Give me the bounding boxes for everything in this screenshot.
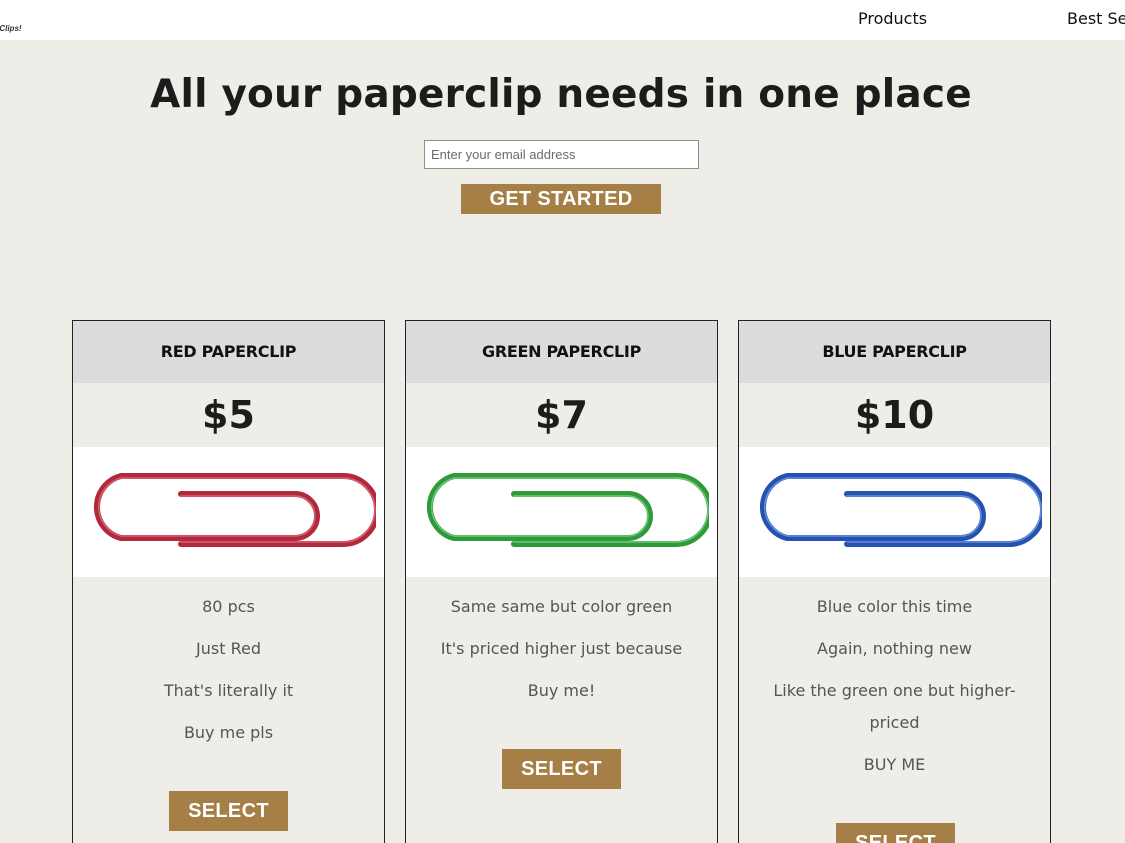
get-started-button[interactable]: GET STARTED xyxy=(461,184,661,214)
product-card-red: RED PAPERCLIP $5 80 pcs Just Red That's … xyxy=(72,320,385,843)
product-name: GREEN PAPERCLIP xyxy=(406,321,717,383)
product-image xyxy=(73,447,384,577)
blue-paperclip-icon xyxy=(759,473,1042,547)
feature-item: Just Red xyxy=(196,639,261,658)
product-price: $5 xyxy=(202,393,255,437)
product-name: RED PAPERCLIP xyxy=(73,321,384,383)
feature-item: 80 pcs xyxy=(202,597,255,616)
feature-item: BUY ME xyxy=(863,755,926,774)
nav-link-products[interactable]: Products xyxy=(858,9,927,28)
feature-item: That's literally it xyxy=(163,681,294,700)
feature-item: Buy me! xyxy=(527,681,596,700)
select-green-button[interactable]: SELECT xyxy=(502,749,621,789)
site-logo[interactable]: r Clips! xyxy=(0,24,22,33)
product-price: $7 xyxy=(535,393,588,437)
product-name: BLUE PAPERCLIP xyxy=(739,321,1050,383)
email-input[interactable] xyxy=(424,140,699,169)
feature-item: Again, nothing new xyxy=(817,639,972,658)
product-image xyxy=(406,447,717,577)
product-image xyxy=(739,447,1050,577)
nav-link-best-sellers[interactable]: Best Se xyxy=(1067,9,1125,28)
feature-item: Blue color this time xyxy=(816,597,973,616)
product-card-blue: BLUE PAPERCLIP $10 Blue color this time … xyxy=(738,320,1051,843)
select-red-button[interactable]: SELECT xyxy=(169,791,288,831)
feature-item: Same same but color green xyxy=(450,597,673,616)
select-blue-button[interactable]: SELECT xyxy=(836,823,955,843)
top-nav-bar: r Clips! Products Best Se xyxy=(0,0,1125,40)
green-paperclip-icon xyxy=(426,473,709,547)
feature-list: Blue color this time Again, nothing new … xyxy=(739,577,1050,781)
feature-list: Same same but color green It's priced hi… xyxy=(406,577,717,707)
feature-list: 80 pcs Just Red That's literally it Buy … xyxy=(73,577,384,749)
hero-title: All your paperclip needs in one place xyxy=(150,72,972,117)
product-card-green: GREEN PAPERCLIP $7 Same same but color g… xyxy=(405,320,718,843)
red-paperclip-icon xyxy=(93,473,376,547)
feature-item: Buy me pls xyxy=(183,723,274,742)
feature-item: Like the green one but higher-priced xyxy=(773,681,1016,732)
product-price: $10 xyxy=(854,393,935,437)
feature-item: It's priced higher just because xyxy=(440,639,683,658)
